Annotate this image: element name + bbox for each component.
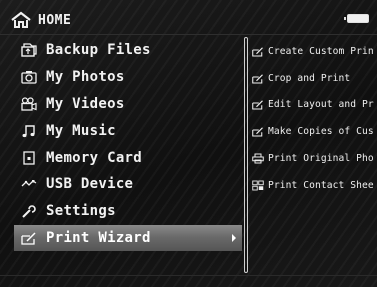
- menu-item-label: USB Device: [46, 176, 134, 193]
- print-wizard-icon: [252, 127, 263, 137]
- menu-item-label: Memory Card: [46, 149, 143, 166]
- print-wizard-icon: [20, 230, 38, 246]
- menu-item-my-music[interactable]: My Music: [14, 117, 242, 144]
- menu-item-settings[interactable]: Settings: [14, 198, 242, 225]
- menu-item-print-wizard[interactable]: Print Wizard: [14, 224, 242, 252]
- menu-item-label: Settings: [46, 203, 116, 220]
- submenu-item-make-copies[interactable]: Make Copies of Cus: [252, 118, 375, 145]
- submenu-item-print-original-photo[interactable]: Print Original Pho: [252, 145, 375, 172]
- submenu-item-label: Make Copies of Cus: [268, 126, 374, 138]
- usb-icon: [20, 176, 38, 192]
- menu-item-my-videos[interactable]: My Videos: [14, 91, 242, 118]
- submenu-item-edit-layout-and-print[interactable]: Edit Layout and Pr: [252, 92, 375, 119]
- menu-item-label: Backup Files: [46, 42, 151, 59]
- header-divider: [0, 34, 377, 35]
- menu-item-my-photos[interactable]: My Photos: [14, 64, 242, 91]
- print-wizard-icon: [252, 100, 263, 111]
- camera-icon: [20, 69, 38, 85]
- submenu-item-label: Print Contact Shee: [268, 179, 374, 191]
- menu-item-label: Print Wizard: [46, 229, 151, 246]
- submenu-item-print-contact-sheet[interactable]: Print Contact Shee: [252, 172, 375, 199]
- submenu-item-label: Edit Layout and Pr: [268, 99, 374, 111]
- panel-divider: [244, 37, 248, 273]
- submenu-item-crop-and-print[interactable]: Crop and Print: [252, 65, 375, 92]
- footer-divider: [0, 275, 377, 276]
- printer-icon: [252, 153, 264, 164]
- menu-item-label: My Photos: [46, 69, 125, 86]
- page-title: HOME: [38, 12, 72, 28]
- menu-item-usb-device[interactable]: USB Device: [14, 171, 242, 198]
- music-note-icon: [20, 123, 38, 139]
- backup-files-icon: [20, 42, 38, 58]
- submenu-item-label: Print Original Pho: [268, 153, 374, 165]
- menu-item-label: My Videos: [46, 95, 125, 112]
- submenu-panel: Create Custom Prin Crop and Print Edit L…: [252, 38, 375, 199]
- main-menu: Backup Files My Photos My Videos My Musi…: [14, 37, 242, 252]
- video-camera-icon: [20, 96, 38, 112]
- submenu-item-label: Crop and Print: [268, 72, 351, 84]
- wrench-icon: [20, 203, 38, 219]
- print-wizard-icon: [252, 47, 263, 57]
- contact-sheet-icon: [252, 180, 264, 191]
- home-icon: [11, 11, 31, 28]
- menu-item-label: My Music: [46, 122, 116, 139]
- menu-item-backup-files[interactable]: Backup Files: [14, 37, 242, 64]
- print-wizard-icon: [252, 74, 263, 84]
- battery-icon: [344, 14, 369, 23]
- header-bar: HOME: [4, 6, 373, 34]
- submenu-item-create-custom-print[interactable]: Create Custom Prin: [252, 38, 375, 65]
- submenu-item-label: Create Custom Prin: [268, 45, 374, 57]
- submenu-arrow-icon: [232, 233, 236, 242]
- menu-item-memory-card[interactable]: Memory Card: [14, 144, 242, 171]
- screen-frame: HOME Backup Files My Photos My Videos My…: [0, 0, 377, 287]
- memory-card-icon: [20, 150, 38, 166]
